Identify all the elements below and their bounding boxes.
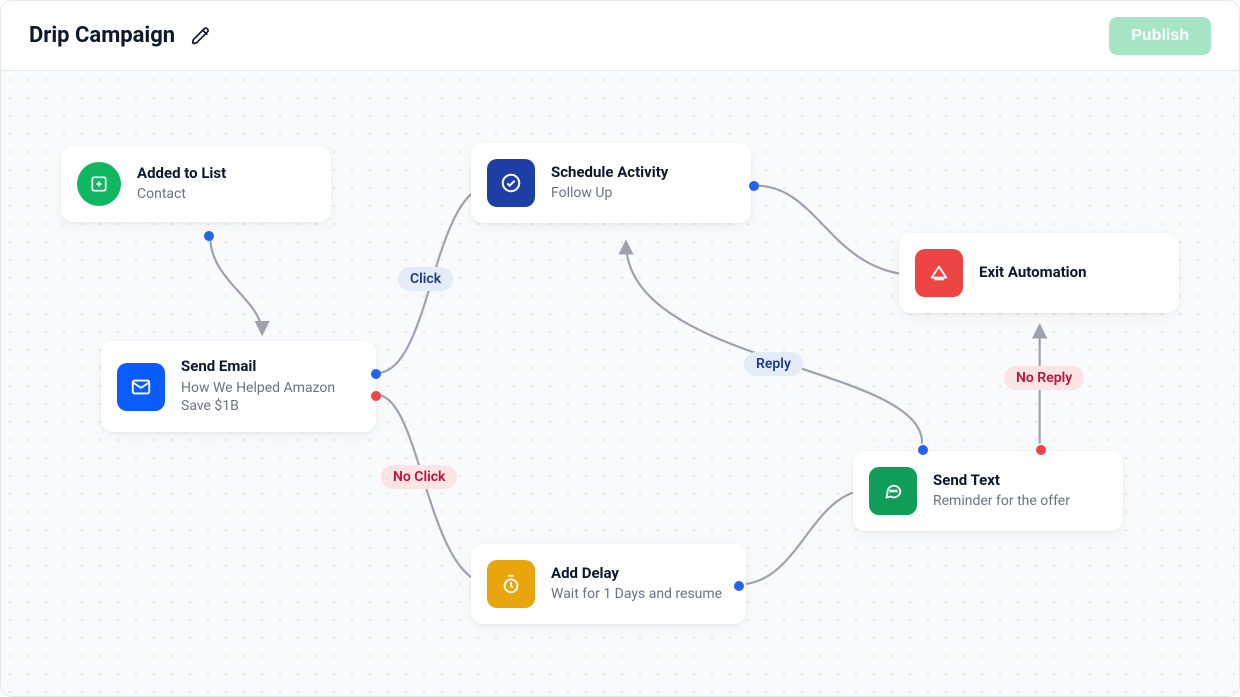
edge-label-no-reply: No Reply — [1004, 366, 1084, 390]
chat-icon — [869, 467, 917, 515]
port-click[interactable] — [371, 369, 381, 379]
node-exit-automation[interactable]: Exit Automation — [899, 233, 1179, 313]
port-reply[interactable] — [918, 445, 928, 455]
node-subtitle: Wait for 1 Days and resume — [551, 585, 722, 604]
node-schedule-activity[interactable]: Schedule Activity Follow Up — [471, 143, 751, 223]
edit-title-button[interactable] — [189, 24, 213, 48]
node-subtitle: Follow Up — [551, 184, 668, 203]
port-out[interactable] — [734, 581, 744, 591]
node-added-to-list[interactable]: Added to List Contact — [61, 146, 331, 222]
node-add-delay[interactable]: Add Delay Wait for 1 Days and resume — [471, 544, 746, 624]
port-out[interactable] — [204, 231, 214, 241]
edge-label-no-click: No Click — [381, 465, 457, 489]
node-subtitle: Contact — [137, 185, 226, 204]
node-title: Added to List — [137, 164, 226, 184]
edge-label-reply: Reply — [744, 352, 803, 376]
port-no-click[interactable] — [371, 391, 381, 401]
node-title: Schedule Activity — [551, 163, 668, 183]
page-title: Drip Campaign — [29, 23, 175, 48]
exit-icon — [915, 249, 963, 297]
node-send-email[interactable]: Send Email How We Helped Amazon Save $1B — [101, 341, 376, 432]
publish-button[interactable]: Publish — [1109, 17, 1211, 55]
added-to-list-icon — [77, 162, 121, 206]
node-send-text[interactable]: Send Text Reminder for the offer — [853, 451, 1123, 531]
automation-canvas[interactable]: Added to List Contact Send Email How We … — [1, 71, 1239, 696]
mail-icon — [117, 363, 165, 411]
node-title: Exit Automation — [979, 263, 1087, 283]
node-title: Add Delay — [551, 564, 722, 584]
node-subtitle: How We Helped Amazon Save $1B — [181, 379, 356, 417]
pencil-icon — [191, 26, 211, 46]
edge-label-click: Click — [398, 267, 453, 291]
check-circle-icon — [487, 159, 535, 207]
node-subtitle: Reminder for the offer — [933, 492, 1070, 511]
timer-icon — [487, 560, 535, 608]
node-title: Send Text — [933, 471, 1070, 491]
port-no-reply[interactable] — [1036, 445, 1046, 455]
node-title: Send Email — [181, 357, 356, 377]
port-out[interactable] — [749, 181, 759, 191]
header: Drip Campaign Publish — [1, 1, 1239, 71]
